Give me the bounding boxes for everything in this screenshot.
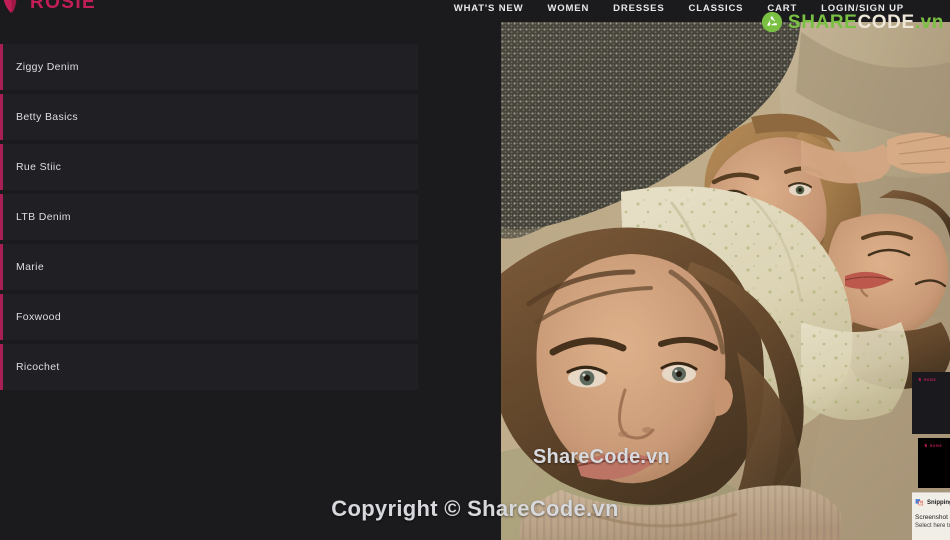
sidebar-item-label: Marie: [16, 261, 45, 273]
page-root: ShareCode.vn ROSIE WHAT'S NEW WOMEN DRES…: [0, 0, 950, 540]
sidebar-item-ltb-denim[interactable]: LTB Denim: [0, 194, 418, 240]
hero-image: ShareCode.vn: [501, 22, 950, 540]
snipping-tool-header: Snipping Tool: [915, 498, 950, 507]
sidebar-item-foxwood[interactable]: Foxwood: [0, 294, 418, 340]
thumbnail-brand-logo: ROSIE: [918, 377, 936, 382]
brand-category-list: Ziggy Denim Betty Basics Rue Stiic LTB D…: [0, 44, 418, 394]
snipping-tool-heading: Screenshot saved to clipboard: [915, 514, 950, 521]
thumbnail-brand-logo: ROSIE: [924, 443, 942, 448]
snipping-tool-toast[interactable]: Snipping Tool Screenshot saved to clipbo…: [912, 492, 950, 540]
sharecode-wordmark: SHARECODE.vn: [788, 13, 944, 32]
sharecode-recycle-icon: [761, 11, 783, 33]
nav-classics[interactable]: CLASSICS: [689, 3, 744, 14]
snip-preview-thumbnail-2: ROSIE: [918, 438, 950, 488]
sidebar-item-label: Foxwood: [16, 311, 62, 323]
sidebar-item-label: Rue Stiic: [16, 161, 62, 173]
rosie-flower-icon: [918, 377, 922, 382]
sharecode-word-code: CODE: [857, 11, 915, 33]
snipping-tool-icon: [915, 499, 923, 506]
brand-logo[interactable]: ROSIE: [0, 0, 96, 17]
snipping-tool-notification[interactable]: ROSIE ROSIE Snipping Tool: [908, 372, 950, 540]
nav-whats-new[interactable]: WHAT'S NEW: [454, 3, 524, 14]
sidebar-item-ricochet[interactable]: Ricochet: [0, 344, 418, 390]
thumbnail-brand-name: ROSIE: [930, 443, 943, 448]
snip-preview-thumbnail-1: ROSIE: [912, 372, 950, 434]
sidebar-item-betty-basics[interactable]: Betty Basics: [0, 94, 418, 140]
snipping-tool-title: Snipping Tool: [927, 499, 950, 506]
sidebar-item-label: Ricochet: [16, 361, 60, 373]
nav-dresses[interactable]: DRESSES: [613, 3, 664, 14]
thumbnail-brand-name: ROSIE: [924, 377, 937, 382]
sidebar-item-ziggy-denim[interactable]: Ziggy Denim: [0, 44, 418, 90]
rosie-flower-icon: [924, 443, 928, 448]
sidebar-item-rue-stiic[interactable]: Rue Stiic: [0, 144, 418, 190]
sharecode-word-vn: .vn: [914, 11, 944, 33]
snipping-tool-description: Select here to mark up and share: [915, 523, 950, 529]
brand-name: ROSIE: [30, 0, 97, 13]
sidebar-item-label: LTB Denim: [16, 211, 71, 223]
sharecode-watermark-logo: SHARECODE.vn: [761, 11, 944, 33]
rosie-flower-icon: [3, 0, 17, 13]
sharecode-word-share: SHARE: [787, 11, 858, 33]
sidebar-item-marie[interactable]: Marie: [0, 244, 418, 290]
sidebar-item-label: Ziggy Denim: [16, 61, 79, 73]
sidebar-item-label: Betty Basics: [16, 111, 78, 123]
nav-women[interactable]: WOMEN: [547, 3, 589, 14]
